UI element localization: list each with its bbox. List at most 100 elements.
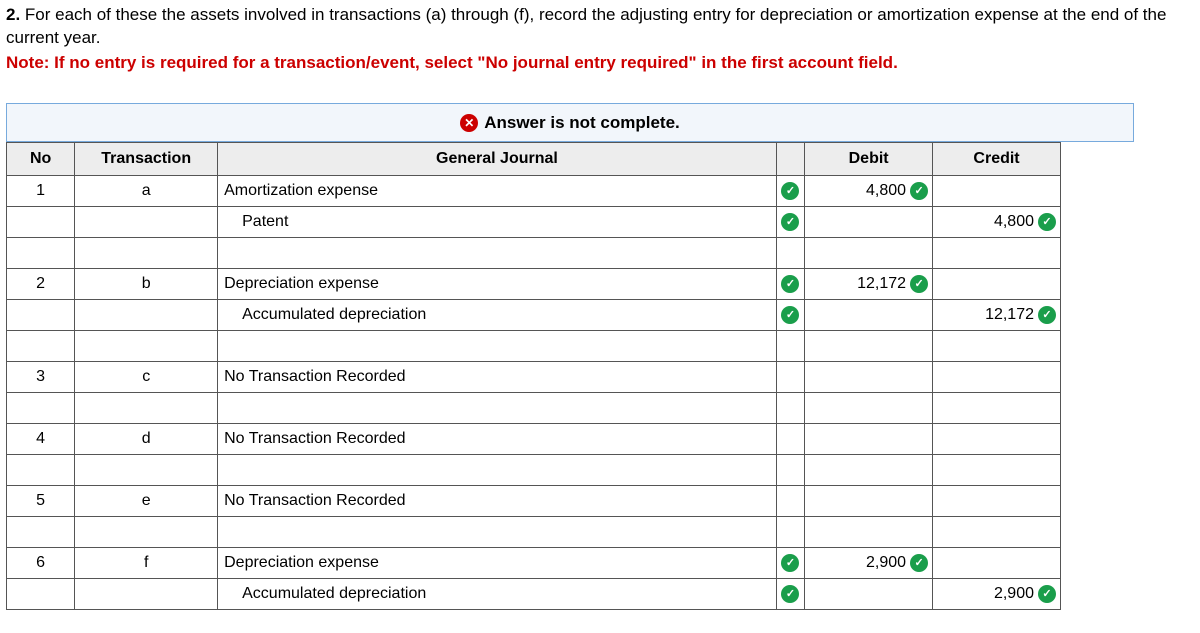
cell-account-check bbox=[776, 485, 804, 516]
cell-transaction: c bbox=[75, 361, 218, 392]
cell-debit[interactable] bbox=[805, 423, 933, 454]
cell-account-check: ✓ bbox=[776, 268, 804, 299]
cell-account[interactable]: Amortization expense bbox=[218, 175, 777, 206]
cell-account-check: ✓ bbox=[776, 175, 804, 206]
credit-value: 4,800 bbox=[994, 213, 1034, 231]
cell-credit[interactable] bbox=[933, 175, 1061, 206]
cell-no: 1 bbox=[7, 175, 75, 206]
header-no: No bbox=[7, 142, 75, 175]
cell-account[interactable]: Depreciation expense bbox=[218, 268, 777, 299]
cell-credit[interactable]: 2,900✓ bbox=[933, 578, 1061, 609]
cell-no: 6 bbox=[7, 547, 75, 578]
cell-no: 2 bbox=[7, 268, 75, 299]
check-icon: ✓ bbox=[910, 275, 928, 293]
cell-account-check: ✓ bbox=[776, 578, 804, 609]
header-transaction: Transaction bbox=[75, 142, 218, 175]
cell-debit[interactable]: 2,900✓ bbox=[805, 547, 933, 578]
check-icon: ✓ bbox=[781, 585, 799, 603]
cell-account[interactable]: Depreciation expense bbox=[218, 547, 777, 578]
cell-credit[interactable] bbox=[933, 423, 1061, 454]
cell-debit[interactable] bbox=[805, 299, 933, 330]
cell-account[interactable]: No Transaction Recorded bbox=[218, 423, 777, 454]
debit-value: 12,172 bbox=[857, 275, 906, 293]
header-check bbox=[776, 142, 804, 175]
cell-transaction bbox=[75, 299, 218, 330]
header-journal: General Journal bbox=[218, 142, 777, 175]
cell-account[interactable]: Patent bbox=[218, 206, 777, 237]
check-icon: ✓ bbox=[910, 554, 928, 572]
cell-account-check: ✓ bbox=[776, 547, 804, 578]
cell-credit[interactable] bbox=[933, 485, 1061, 516]
cell-account-check bbox=[776, 423, 804, 454]
table-row: 6fDepreciation expense✓2,900✓ bbox=[7, 547, 1061, 578]
cell-debit[interactable] bbox=[805, 206, 933, 237]
spacer-row bbox=[7, 237, 1061, 268]
cell-debit[interactable]: 4,800✓ bbox=[805, 175, 933, 206]
cell-credit[interactable] bbox=[933, 361, 1061, 392]
header-debit: Debit bbox=[805, 142, 933, 175]
table-row: Accumulated depreciation✓2,900✓ bbox=[7, 578, 1061, 609]
question-body: For each of these the assets involved in… bbox=[6, 5, 1166, 47]
cell-transaction: f bbox=[75, 547, 218, 578]
table-row: 5eNo Transaction Recorded bbox=[7, 485, 1061, 516]
status-bar: ✕ Answer is not complete. bbox=[6, 103, 1134, 142]
journal-table: No Transaction General Journal Debit Cre… bbox=[6, 142, 1061, 610]
check-icon: ✓ bbox=[781, 306, 799, 324]
cell-debit[interactable]: 12,172✓ bbox=[805, 268, 933, 299]
table-row: 3cNo Transaction Recorded bbox=[7, 361, 1061, 392]
cell-account[interactable]: Accumulated depreciation bbox=[218, 299, 777, 330]
table-row: 1aAmortization expense✓4,800✓ bbox=[7, 175, 1061, 206]
status-text: Answer is not complete. bbox=[484, 113, 680, 133]
table-row: Patent✓4,800✓ bbox=[7, 206, 1061, 237]
cell-account[interactable]: No Transaction Recorded bbox=[218, 361, 777, 392]
cell-credit[interactable]: 12,172✓ bbox=[933, 299, 1061, 330]
question-text: 2. For each of these the assets involved… bbox=[6, 4, 1194, 50]
spacer-row bbox=[7, 330, 1061, 361]
cell-account[interactable]: Accumulated depreciation bbox=[218, 578, 777, 609]
question-number: 2. bbox=[6, 5, 20, 24]
check-icon: ✓ bbox=[1038, 585, 1056, 603]
cell-no bbox=[7, 206, 75, 237]
check-icon: ✓ bbox=[910, 182, 928, 200]
credit-value: 12,172 bbox=[985, 306, 1034, 324]
debit-value: 2,900 bbox=[866, 554, 906, 572]
check-icon: ✓ bbox=[781, 275, 799, 293]
cell-debit[interactable] bbox=[805, 361, 933, 392]
table-row: 2bDepreciation expense✓12,172✓ bbox=[7, 268, 1061, 299]
cell-no: 5 bbox=[7, 485, 75, 516]
cell-debit[interactable] bbox=[805, 578, 933, 609]
cell-transaction bbox=[75, 578, 218, 609]
table-row: 4dNo Transaction Recorded bbox=[7, 423, 1061, 454]
cell-transaction: a bbox=[75, 175, 218, 206]
cell-no bbox=[7, 578, 75, 609]
check-icon: ✓ bbox=[1038, 213, 1056, 231]
check-icon: ✓ bbox=[781, 554, 799, 572]
cell-transaction: e bbox=[75, 485, 218, 516]
x-icon: ✕ bbox=[460, 114, 478, 132]
cell-account-check: ✓ bbox=[776, 299, 804, 330]
cell-account-check: ✓ bbox=[776, 206, 804, 237]
cell-debit[interactable] bbox=[805, 485, 933, 516]
check-icon: ✓ bbox=[1038, 306, 1056, 324]
cell-transaction: d bbox=[75, 423, 218, 454]
cell-no: 4 bbox=[7, 423, 75, 454]
header-credit: Credit bbox=[933, 142, 1061, 175]
cell-no bbox=[7, 299, 75, 330]
cell-credit[interactable] bbox=[933, 268, 1061, 299]
check-icon: ✓ bbox=[781, 213, 799, 231]
cell-credit[interactable] bbox=[933, 547, 1061, 578]
question-note: Note: If no entry is required for a tran… bbox=[6, 52, 1194, 75]
table-header-row: No Transaction General Journal Debit Cre… bbox=[7, 142, 1061, 175]
spacer-row bbox=[7, 454, 1061, 485]
table-row: Accumulated depreciation✓12,172✓ bbox=[7, 299, 1061, 330]
check-icon: ✓ bbox=[781, 182, 799, 200]
cell-account[interactable]: No Transaction Recorded bbox=[218, 485, 777, 516]
spacer-row bbox=[7, 516, 1061, 547]
cell-transaction: b bbox=[75, 268, 218, 299]
debit-value: 4,800 bbox=[866, 182, 906, 200]
credit-value: 2,900 bbox=[994, 585, 1034, 603]
cell-transaction bbox=[75, 206, 218, 237]
cell-no: 3 bbox=[7, 361, 75, 392]
cell-credit[interactable]: 4,800✓ bbox=[933, 206, 1061, 237]
cell-account-check bbox=[776, 361, 804, 392]
